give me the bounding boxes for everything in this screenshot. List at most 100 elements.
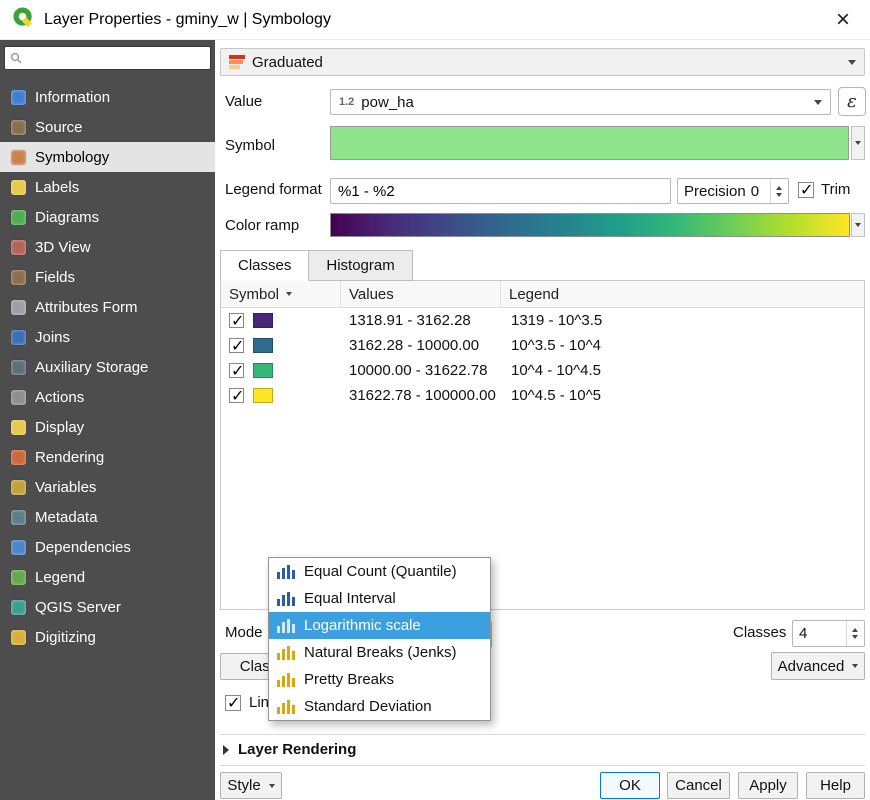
histogram-icon — [277, 672, 295, 687]
sidebar-item-labels[interactable]: Labels — [0, 172, 215, 202]
sidebar-item-dependencies[interactable]: Dependencies — [0, 532, 215, 562]
class-legend: 10^4.5 - 10^5 — [501, 387, 864, 404]
sidebar-item-variables[interactable]: Variables — [0, 472, 215, 502]
class-color-swatch[interactable] — [253, 388, 273, 403]
class-color-swatch[interactable] — [253, 313, 273, 328]
menu-item-logarithmic-scale[interactable]: Logarithmic scale — [269, 612, 490, 639]
class-row[interactable]: 1318.91 - 3162.28 1319 - 10^3.5 — [221, 308, 864, 333]
spinner-arrows[interactable] — [770, 179, 782, 203]
sidebar-item-rendering[interactable]: Rendering — [0, 442, 215, 472]
tab-histogram[interactable]: Histogram — [309, 250, 412, 281]
3d-view-icon — [11, 240, 26, 255]
sidebar-item-3d-view[interactable]: 3D View — [0, 232, 215, 262]
symbol-preview[interactable] — [330, 126, 849, 160]
sidebar-search-input[interactable] — [26, 51, 205, 66]
sidebar-search[interactable] — [4, 46, 211, 70]
sidebar-item-qgis-server[interactable]: QGIS Server — [0, 592, 215, 622]
menu-item-pretty-breaks[interactable]: Pretty Breaks — [269, 666, 490, 693]
legend-icon — [11, 570, 26, 585]
search-icon — [10, 52, 22, 64]
variables-icon — [11, 480, 26, 495]
graduated-renderer-icon — [229, 55, 245, 69]
expression-builder-button[interactable]: ε — [838, 87, 866, 116]
joins-icon — [11, 330, 26, 345]
display-icon — [11, 420, 26, 435]
tabbar: Classes Histogram — [220, 250, 413, 281]
column-header-legend[interactable]: Legend — [501, 281, 864, 307]
menu-item-equal-interval[interactable]: Equal Interval — [269, 585, 490, 612]
color-ramp-dropdown-button[interactable] — [851, 213, 865, 237]
symbology-icon — [11, 150, 26, 165]
mode-dropdown-menu: Equal Count (Quantile) Equal Interval Lo… — [268, 557, 491, 721]
digitizing-icon — [11, 630, 26, 645]
renderer-combo[interactable]: Graduated — [220, 48, 865, 76]
histogram-icon — [277, 618, 295, 633]
style-button[interactable]: Style — [220, 772, 282, 799]
menu-item-equal-count[interactable]: Equal Count (Quantile) — [269, 558, 490, 585]
sidebar-item-source[interactable]: Source — [0, 112, 215, 142]
legend-format-input[interactable] — [330, 178, 671, 204]
help-button[interactable]: Help — [806, 772, 865, 799]
class-row[interactable]: 3162.28 - 10000.00 10^3.5 - 10^4 — [221, 333, 864, 358]
menu-item-natural-breaks[interactable]: Natural Breaks (Jenks) — [269, 639, 490, 666]
actions-icon — [11, 390, 26, 405]
trim-checkbox[interactable] — [798, 182, 814, 198]
column-header-symbol[interactable]: Symbol — [221, 281, 341, 307]
sidebar-item-diagrams[interactable]: Diagrams — [0, 202, 215, 232]
sidebar-item-symbology[interactable]: Symbology — [0, 142, 215, 172]
color-ramp-label: Color ramp — [225, 217, 299, 234]
classes-spinbox[interactable]: 4 — [792, 620, 865, 647]
sidebar: Information Source Symbology Labels Diag… — [0, 40, 215, 800]
link-class-boundaries-checkbox[interactable] — [225, 695, 241, 711]
sidebar-item-actions[interactable]: Actions — [0, 382, 215, 412]
information-icon — [11, 90, 26, 105]
sidebar-item-legend[interactable]: Legend — [0, 562, 215, 592]
symbol-dropdown-button[interactable] — [851, 126, 865, 160]
color-ramp-preview[interactable] — [330, 213, 850, 237]
legend-format-label: Legend format — [225, 181, 322, 198]
spinner-arrows[interactable] — [846, 621, 858, 646]
source-icon — [11, 120, 26, 135]
value-field-combo[interactable]: 1.2 pow_ha — [330, 89, 831, 115]
class-visibility-checkbox[interactable] — [229, 313, 244, 328]
sidebar-item-auxiliary-storage[interactable]: Auxiliary Storage — [0, 352, 215, 382]
menu-item-standard-deviation[interactable]: Standard Deviation — [269, 693, 490, 720]
tab-classes[interactable]: Classes — [220, 250, 309, 281]
class-visibility-checkbox[interactable] — [229, 388, 244, 403]
trim-label: Trim — [821, 181, 850, 198]
advanced-button[interactable]: Advanced — [771, 652, 865, 680]
ok-button[interactable]: OK — [600, 772, 660, 799]
sidebar-item-metadata[interactable]: Metadata — [0, 502, 215, 532]
histogram-icon — [277, 591, 295, 606]
class-visibility-checkbox[interactable] — [229, 338, 244, 353]
value-field-name: pow_ha — [361, 94, 414, 111]
sidebar-item-fields[interactable]: Fields — [0, 262, 215, 292]
class-row[interactable]: 31622.78 - 100000.00 10^4.5 - 10^5 — [221, 383, 864, 408]
class-color-swatch[interactable] — [253, 338, 273, 353]
sidebar-item-digitizing[interactable]: Digitizing — [0, 622, 215, 652]
sidebar-item-information[interactable]: Information — [0, 82, 215, 112]
column-header-values[interactable]: Values — [341, 281, 501, 307]
layer-rendering-header[interactable]: Layer Rendering — [223, 741, 356, 758]
sidebar-item-attributes-form[interactable]: Attributes Form — [0, 292, 215, 322]
class-color-swatch[interactable] — [253, 363, 273, 378]
histogram-icon — [277, 564, 295, 579]
histogram-icon — [277, 699, 295, 714]
separator — [220, 765, 865, 766]
window-title: Layer Properties - gminy_w | Symbology — [44, 11, 331, 29]
qgis-logo-icon — [12, 6, 35, 33]
histogram-icon — [277, 645, 295, 660]
table-body: 1318.91 - 3162.28 1319 - 10^3.5 3162.28 … — [221, 308, 864, 408]
sidebar-nav: Information Source Symbology Labels Diag… — [0, 82, 215, 652]
apply-button[interactable]: Apply — [738, 772, 798, 799]
class-row[interactable]: 10000.00 - 31622.78 10^4 - 10^4.5 — [221, 358, 864, 383]
precision-spinbox[interactable]: Precision 0 — [677, 178, 789, 204]
labels-icon — [11, 180, 26, 195]
attributes-form-icon — [11, 300, 26, 315]
sidebar-item-joins[interactable]: Joins — [0, 322, 215, 352]
cancel-button[interactable]: Cancel — [667, 772, 730, 799]
decimal-field-icon: 1.2 — [339, 96, 354, 108]
close-button[interactable]: × — [828, 8, 858, 32]
sidebar-item-display[interactable]: Display — [0, 412, 215, 442]
class-visibility-checkbox[interactable] — [229, 363, 244, 378]
